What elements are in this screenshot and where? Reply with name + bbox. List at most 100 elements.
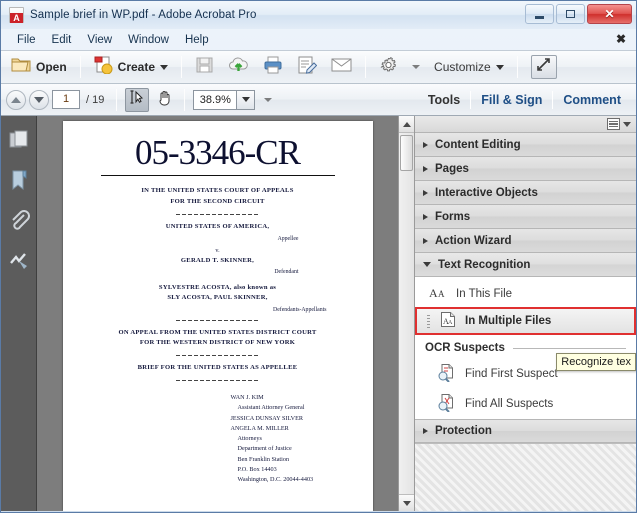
- menu-item-label: In This File: [456, 288, 512, 300]
- party-defendant: GERALD T. SKINNER,: [79, 256, 357, 266]
- svg-text:A: A: [448, 320, 453, 326]
- settings-dropdown[interactable]: [406, 53, 426, 81]
- task-pane-header: [415, 116, 636, 133]
- menu-item-window[interactable]: Window: [120, 32, 177, 48]
- customize-label: Customize: [434, 60, 491, 74]
- printer-icon: [263, 56, 283, 79]
- section-label: Action Wizard: [435, 235, 512, 247]
- menu-item-label: In Multiple Files: [465, 315, 551, 327]
- settings-button[interactable]: [373, 53, 404, 81]
- menu-item-in-multiple-files[interactable]: AA In Multiple Files: [415, 307, 636, 335]
- text-recognition-body: AA In This File AA In Multiple Files OCR…: [415, 277, 636, 419]
- divider: [176, 355, 260, 356]
- email-button[interactable]: [325, 53, 358, 81]
- menu-item-file[interactable]: File: [9, 32, 44, 48]
- previous-page-button[interactable]: [6, 90, 26, 110]
- close-button[interactable]: ✕: [587, 4, 632, 24]
- comment-button[interactable]: Comment: [553, 93, 631, 107]
- scrollbar-thumb[interactable]: [400, 135, 413, 171]
- chevron-right-icon: [423, 190, 428, 196]
- hand-tool-button[interactable]: [152, 88, 176, 112]
- save-disk-icon: [195, 56, 214, 79]
- panel-options-icon[interactable]: [607, 118, 620, 130]
- window-title: Sample brief in WP.pdf - Adobe Acrobat P…: [30, 9, 256, 21]
- menu-item-help[interactable]: Help: [177, 32, 217, 48]
- divider: [513, 348, 626, 349]
- section-label: Content Editing: [435, 139, 521, 151]
- print-button[interactable]: [257, 53, 289, 81]
- arrow-up-icon: [11, 97, 21, 103]
- sidebar-item-attachments[interactable]: [7, 208, 31, 232]
- section-forms[interactable]: Forms: [415, 205, 636, 229]
- divider: [176, 380, 260, 381]
- page-number-input[interactable]: 1: [52, 90, 80, 109]
- next-page-button[interactable]: [29, 90, 49, 110]
- tools-task-pane: Content Editing Pages Interactive Object…: [414, 116, 636, 511]
- menu-item-view[interactable]: View: [79, 32, 120, 48]
- scroll-down-button[interactable]: [399, 494, 415, 511]
- pdf-page: 05-3346-CR IN THE UNITED STATES COURT OF…: [63, 121, 373, 511]
- toolbar-separator: [80, 56, 81, 78]
- sidebar-item-bookmarks[interactable]: [7, 168, 31, 192]
- more-tools-button[interactable]: [258, 86, 278, 114]
- signature-line: Ben Franklin Station: [231, 455, 357, 465]
- pdf-file-icon: [9, 7, 24, 23]
- main-body: 05-3346-CR IN THE UNITED STATES COURT OF…: [1, 116, 636, 511]
- chevron-down-icon: [423, 262, 431, 267]
- right-tool-buttons: Tools Fill & Sign Comment: [418, 91, 631, 109]
- signature-line: JESSICA DUNSAY SILVER: [231, 414, 357, 424]
- menu-item-in-this-file[interactable]: AA In This File: [415, 281, 636, 307]
- section-content-editing[interactable]: Content Editing: [415, 133, 636, 157]
- tools-button[interactable]: Tools: [418, 93, 470, 107]
- party-plaintiff-role: Appellee: [79, 236, 357, 242]
- section-protection[interactable]: Protection: [415, 419, 636, 443]
- cloud-upload-button[interactable]: [222, 53, 255, 81]
- sign-document-icon: [297, 56, 317, 79]
- sidebar-item-signatures[interactable]: [7, 248, 31, 272]
- arrow-down-icon: [34, 97, 44, 103]
- menu-item-label: Find All Suspects: [465, 398, 553, 410]
- save-button[interactable]: [189, 53, 220, 81]
- zoom-level-input[interactable]: 38.9%: [193, 90, 237, 110]
- ocr-suspects-label: OCR Suspects: [425, 342, 505, 354]
- toolbar-separator: [365, 56, 366, 78]
- document-pane[interactable]: 05-3346-CR IN THE UNITED STATES COURT OF…: [37, 116, 398, 511]
- customize-button[interactable]: Customize: [428, 53, 510, 81]
- create-button[interactable]: Create: [88, 53, 174, 81]
- section-pages[interactable]: Pages: [415, 157, 636, 181]
- select-tool-button[interactable]: [125, 88, 149, 112]
- open-button[interactable]: Open: [5, 53, 73, 81]
- party-appellant-line-2: SLY ACOSTA, PAUL SKINNER,: [79, 293, 357, 303]
- chevron-down-icon[interactable]: [623, 122, 631, 127]
- minimize-button[interactable]: [525, 4, 554, 24]
- signature-line: WAN J. KIM: [231, 393, 357, 403]
- menu-item-find-all-suspects[interactable]: Find All Suspects: [415, 389, 636, 419]
- sidebar-item-page-thumbnails[interactable]: [7, 128, 31, 152]
- maximize-button[interactable]: [556, 4, 585, 24]
- party-plaintiff: UNITED STATES OF AMERICA,: [79, 222, 357, 232]
- create-pdf-icon: [94, 56, 113, 79]
- scroll-up-button[interactable]: [399, 116, 415, 133]
- more-options-icon: [264, 98, 272, 102]
- document-scrollbar[interactable]: [398, 116, 414, 511]
- drag-handle[interactable]: [427, 315, 430, 328]
- court-line-2: FOR THE SECOND CIRCUIT: [79, 197, 357, 207]
- zoom-dropdown-button[interactable]: [237, 90, 255, 110]
- tooltip: Recognize tex: [556, 353, 636, 371]
- expand-view-button[interactable]: [531, 55, 557, 79]
- chevron-right-icon: [423, 214, 428, 220]
- section-action-wizard[interactable]: Action Wizard: [415, 229, 636, 253]
- close-document-icon[interactable]: ✖: [616, 32, 626, 46]
- party-appellant-role: Defendants-Appellants: [79, 307, 357, 313]
- signature-block: WAN J. KIM Assistant Attorney General JE…: [79, 393, 357, 485]
- menu-item-edit[interactable]: Edit: [44, 32, 80, 48]
- sign-document-button[interactable]: [291, 53, 323, 81]
- appeal-line-1: ON APPEAL FROM THE UNITED STATES DISTRIC…: [79, 328, 357, 338]
- close-icon: ✕: [604, 8, 614, 20]
- fill-and-sign-button[interactable]: Fill & Sign: [471, 93, 552, 107]
- section-text-recognition[interactable]: Text Recognition: [415, 253, 636, 277]
- signature-line: Attorneys: [231, 434, 357, 444]
- section-interactive-objects[interactable]: Interactive Objects: [415, 181, 636, 205]
- expand-view-icon: [536, 57, 551, 77]
- section-label: Protection: [435, 425, 492, 437]
